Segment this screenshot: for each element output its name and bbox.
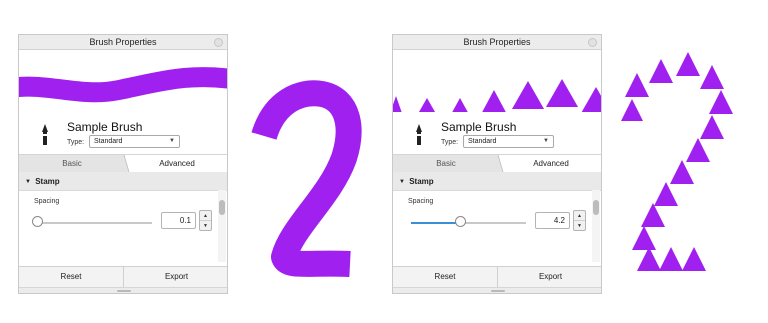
stamp-triangle: [700, 115, 724, 139]
reset-button[interactable]: Reset: [393, 267, 498, 287]
section-title: Stamp: [35, 177, 60, 186]
stamp-triangle: [621, 99, 643, 121]
brush-preview: [393, 50, 601, 112]
brush-name: Sample Brush: [67, 120, 143, 134]
stamp-triangle: [637, 247, 661, 271]
tab-basic[interactable]: Basic: [393, 155, 499, 172]
export-button[interactable]: Export: [124, 267, 227, 287]
type-label: Type:: [67, 139, 85, 146]
triangle-up-icon[interactable]: ▲: [200, 211, 211, 221]
tab-advanced[interactable]: Advanced: [499, 155, 601, 172]
stamp-triangle: [649, 59, 673, 83]
chevron-down-icon: ▼: [169, 138, 175, 144]
spacing-label: Spacing: [408, 198, 434, 205]
type-dropdown[interactable]: Standard ▼: [463, 135, 554, 148]
stamp-triangle: [709, 90, 733, 114]
spacing-label: Spacing: [34, 198, 60, 205]
resize-grip[interactable]: [393, 287, 601, 293]
close-dot-icon[interactable]: [214, 38, 223, 47]
type-label: Type:: [441, 139, 459, 146]
type-dropdown-value: Standard: [94, 138, 123, 145]
scrollbar[interactable]: [218, 190, 226, 262]
stamp-section-header[interactable]: ▼ Stamp: [19, 172, 227, 191]
export-button[interactable]: Export: [498, 267, 601, 287]
brush-info-row: Sample Brush Type: Standard ▼: [19, 112, 227, 154]
stamped-stroke-sample: [621, 52, 733, 271]
triangle-down-icon: ▼: [399, 179, 405, 185]
spacing-stepper[interactable]: ▲ ▼: [199, 210, 212, 231]
stamp-triangle: [686, 138, 710, 162]
action-buttons: Reset Export: [19, 266, 227, 287]
spacing-slider-thumb[interactable]: [32, 216, 43, 227]
tab-basic[interactable]: Basic: [19, 155, 125, 172]
triangle-down-icon: ▼: [25, 179, 31, 185]
preview-triangle: [419, 98, 435, 112]
panel-titlebar: Brush Properties: [19, 35, 227, 50]
triangle-up-icon[interactable]: ▲: [574, 211, 585, 221]
brush-name: Sample Brush: [441, 120, 517, 134]
preview-triangle: [452, 98, 468, 112]
tab-bar: Basic Advanced: [393, 154, 601, 172]
stamp-triangle: [625, 73, 649, 97]
spacing-slider-thumb[interactable]: [455, 216, 467, 227]
resize-grip[interactable]: [19, 287, 227, 293]
triangle-down-icon[interactable]: ▼: [574, 221, 585, 231]
scrollbar-thumb[interactable]: [593, 200, 599, 215]
panel-titlebar: Brush Properties: [393, 35, 601, 50]
stamped-triangles-preview: [393, 79, 601, 112]
reset-button[interactable]: Reset: [19, 267, 124, 287]
brush-properties-panel-right: Brush Properties Sample Brush Type: Stan…: [392, 34, 602, 294]
triangle-down-icon[interactable]: ▼: [200, 221, 211, 231]
tab-bar: Basic Advanced: [19, 154, 227, 172]
stamp-triangle: [632, 226, 656, 250]
scrollbar[interactable]: [592, 190, 600, 262]
grip-handle-icon: [117, 290, 131, 292]
action-buttons: Reset Export: [393, 266, 601, 287]
section-title: Stamp: [409, 177, 434, 186]
tab-divider: [120, 155, 130, 172]
spacing-setting: Spacing 0.1 ▲ ▼: [19, 191, 227, 234]
stamp-triangle: [682, 247, 706, 271]
type-dropdown[interactable]: Standard ▼: [89, 135, 180, 148]
preview-triangle: [512, 81, 544, 109]
preview-triangle: [546, 79, 578, 107]
brush-info-row: Sample Brush Type: Standard ▼: [393, 112, 601, 154]
tab-advanced[interactable]: Advanced: [125, 155, 227, 172]
spacing-slider-track[interactable]: [37, 222, 152, 224]
panel-title: Brush Properties: [89, 37, 157, 47]
spacing-slider-fill: [411, 222, 461, 224]
brush-nib-icon: [416, 124, 422, 145]
spacing-stepper[interactable]: ▲ ▼: [573, 210, 586, 231]
brush-preview: [19, 50, 227, 112]
panel-title: Brush Properties: [463, 37, 531, 47]
grip-handle-icon: [491, 290, 505, 292]
stamp-triangle: [700, 65, 724, 89]
preview-triangle: [581, 87, 601, 112]
chevron-down-icon: ▼: [543, 138, 549, 144]
stamp-triangle: [676, 52, 700, 76]
spacing-value-field[interactable]: 4.2: [535, 212, 570, 229]
spacing-slider-track[interactable]: [411, 222, 526, 224]
close-dot-icon[interactable]: [588, 38, 597, 47]
preview-triangle: [393, 96, 402, 112]
type-dropdown-value: Standard: [468, 138, 497, 145]
stamp-section-header[interactable]: ▼ Stamp: [393, 172, 601, 191]
spacing-setting: Spacing 4.2 ▲ ▼: [393, 191, 601, 234]
scrollbar-thumb[interactable]: [219, 200, 225, 215]
brush-nib-icon: [42, 124, 48, 145]
stamp-triangle: [654, 182, 678, 206]
tab-divider: [494, 155, 504, 172]
spacing-value-field[interactable]: 0.1: [161, 212, 196, 229]
continuous-stroke-sample: [251, 80, 362, 277]
brush-properties-panel-left: Brush Properties Sample Brush Type: Stan…: [18, 34, 228, 294]
stamp-triangle: [670, 160, 694, 184]
continuous-stroke-preview: [19, 67, 227, 103]
stamp-triangle: [659, 247, 683, 271]
preview-triangle: [482, 90, 506, 112]
stamp-triangle: [641, 203, 665, 227]
